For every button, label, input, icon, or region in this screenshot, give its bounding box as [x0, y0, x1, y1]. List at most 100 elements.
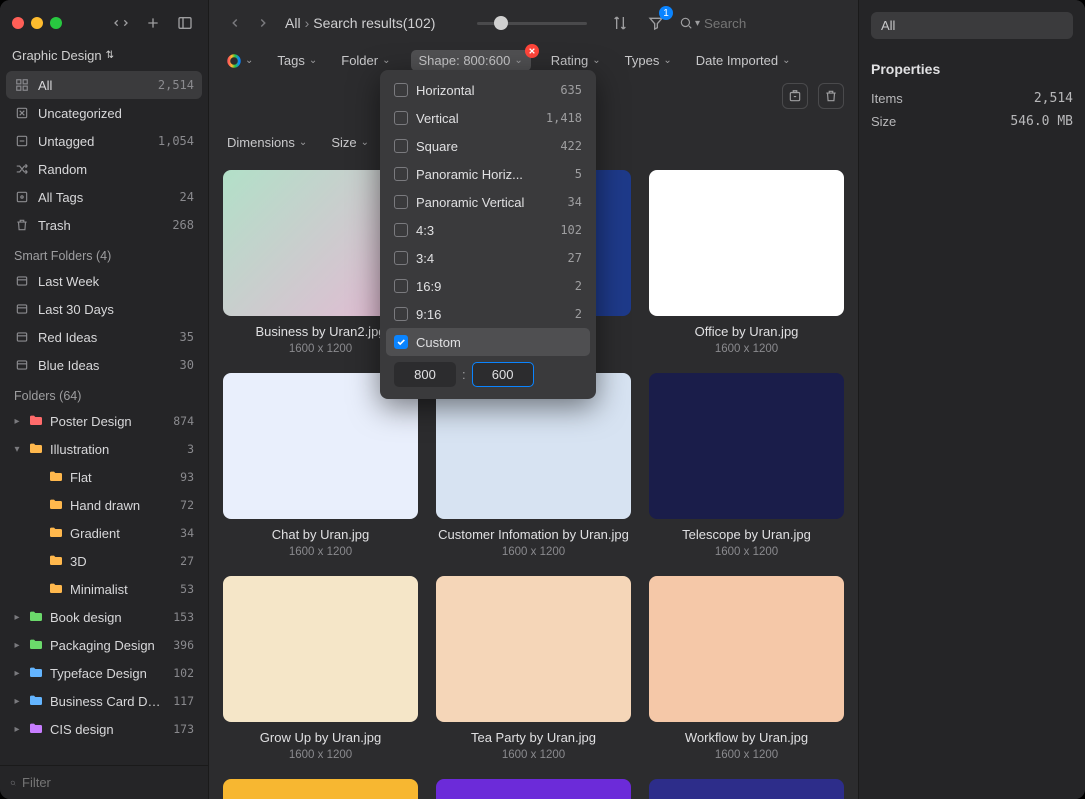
folder-hand-drawn[interactable]: Hand drawn72 — [6, 491, 202, 519]
clear-shape-filter-button[interactable] — [525, 44, 539, 58]
inspector-filter-pill[interactable]: All — [871, 12, 1073, 39]
thumbnail-card[interactable] — [436, 779, 631, 799]
folder-3d[interactable]: 3D27 — [6, 547, 202, 575]
folder-packaging-design[interactable]: ▸Packaging Design396 — [6, 631, 202, 659]
color-filter[interactable]: ⌄ — [223, 52, 257, 70]
sidebar-item-all[interactable]: All2,514 — [6, 71, 202, 99]
disclosure-triangle-icon[interactable]: ▾ — [12, 444, 22, 455]
folder-gradient[interactable]: Gradient34 — [6, 519, 202, 547]
nav-back-button[interactable] — [223, 11, 247, 35]
date-filter[interactable]: Date Imported⌄ — [692, 51, 795, 70]
shape-option-panoramic-horiz-[interactable]: Panoramic Horiz...5 — [386, 160, 590, 188]
add-button[interactable] — [142, 12, 164, 34]
checkbox-icon[interactable] — [394, 307, 408, 321]
sidebar-item-random[interactable]: Random — [6, 155, 202, 183]
checkbox-icon[interactable] — [394, 167, 408, 181]
thumbnail-card[interactable]: Tea Party by Uran.jpg1600 x 1200 — [436, 576, 631, 761]
folder-cis-design[interactable]: ▸CIS design173 — [6, 715, 202, 743]
checkbox-icon[interactable] — [394, 223, 408, 237]
disclosure-triangle-icon[interactable]: ▸ — [12, 612, 22, 623]
disclosure-triangle-icon[interactable]: ▸ — [12, 724, 22, 735]
folder-typeface-design[interactable]: ▸Typeface Design102 — [6, 659, 202, 687]
folder-book-design[interactable]: ▸Book design153 — [6, 603, 202, 631]
minimize-window-button[interactable] — [31, 17, 43, 29]
thumbnail-card[interactable]: Workflow by Uran.jpg1600 x 1200 — [649, 576, 844, 761]
breadcrumb[interactable]: All › Search results(102) — [285, 15, 435, 31]
sidebar-filter[interactable] — [0, 765, 208, 799]
thumbnail-image[interactable] — [649, 170, 844, 316]
shape-option-3-4[interactable]: 3:427 — [386, 244, 590, 272]
thumbnail-image[interactable] — [436, 779, 631, 799]
shape-option-9-16[interactable]: 9:162 — [386, 300, 590, 328]
checkbox-icon[interactable] — [394, 195, 408, 209]
folder-business-card-des-[interactable]: ▸Business Card Des...117 — [6, 687, 202, 715]
thumbnail-image[interactable] — [223, 576, 418, 722]
search-field[interactable]: ▾ — [679, 16, 844, 31]
size-filter[interactable]: Size⌄ — [327, 133, 373, 152]
thumbnail-card[interactable]: Chat by Uran.jpg1600 x 1200 — [223, 373, 418, 558]
chevron-down-icon[interactable]: ▾ — [695, 18, 700, 29]
rating-filter[interactable]: Rating⌄ — [547, 51, 605, 70]
checkbox-icon[interactable] — [394, 83, 408, 97]
shape-option-4-3[interactable]: 4:3102 — [386, 216, 590, 244]
thumbnail-card[interactable]: Office by Uran.jpg1600 x 1200 — [649, 170, 844, 355]
shape-filter[interactable]: Shape: 800:600⌄ — [411, 50, 531, 71]
folders-header[interactable]: Folders (64) — [6, 379, 202, 407]
thumbnail-image[interactable] — [649, 373, 844, 519]
sidebar-item-trash[interactable]: Trash268 — [6, 211, 202, 239]
sort-button[interactable] — [607, 10, 633, 36]
sidebar-item-untagged[interactable]: Untagged1,054 — [6, 127, 202, 155]
disclosure-triangle-icon[interactable]: ▸ — [12, 416, 22, 427]
smart-folder-red-ideas[interactable]: Red Ideas35 — [6, 323, 202, 351]
breadcrumb-root[interactable]: All — [285, 15, 301, 31]
disclosure-triangle-icon[interactable]: ▸ — [12, 668, 22, 679]
shape-option-panoramic-vertical[interactable]: Panoramic Vertical34 — [386, 188, 590, 216]
thumbnail-card[interactable]: Grow Up by Uran.jpg1600 x 1200 — [223, 576, 418, 761]
smart-folders-header[interactable]: Smart Folders (4) — [6, 239, 202, 267]
checkbox-icon[interactable] — [394, 139, 408, 153]
checkbox-icon[interactable] — [394, 251, 408, 265]
slider-knob[interactable] — [494, 16, 508, 30]
smart-folder-last-30-days[interactable]: Last 30 Days — [6, 295, 202, 323]
custom-width-input[interactable] — [394, 362, 456, 387]
checkbox-icon[interactable] — [394, 111, 408, 125]
sync-icon[interactable] — [110, 12, 132, 34]
shape-option-vertical[interactable]: Vertical1,418 — [386, 104, 590, 132]
folder-minimalist[interactable]: Minimalist53 — [6, 575, 202, 603]
folder-illustration[interactable]: ▾Illustration3 — [6, 435, 202, 463]
smart-folder-last-week[interactable]: Last Week — [6, 267, 202, 295]
types-filter[interactable]: Types⌄ — [621, 51, 676, 70]
filter-button[interactable]: 1 — [643, 10, 669, 36]
sidebar-item-uncategorized[interactable]: Uncategorized — [6, 99, 202, 127]
search-input[interactable] — [704, 16, 844, 31]
dimensions-filter[interactable]: Dimensions⌄ — [223, 133, 311, 152]
custom-height-input[interactable] — [472, 362, 534, 387]
thumbnail-image[interactable] — [649, 779, 844, 799]
disclosure-triangle-icon[interactable]: ▸ — [12, 640, 22, 651]
smart-folder-blue-ideas[interactable]: Blue Ideas30 — [6, 351, 202, 379]
shape-option-16-9[interactable]: 16:92 — [386, 272, 590, 300]
shape-custom-option[interactable]: Custom — [386, 328, 590, 356]
archive-button[interactable] — [782, 83, 808, 109]
delete-button[interactable] — [818, 83, 844, 109]
tags-filter[interactable]: Tags⌄ — [273, 51, 321, 70]
nav-forward-button[interactable] — [251, 11, 275, 35]
thumbnail-card[interactable] — [649, 779, 844, 799]
thumbnail-card[interactable]: Telescope by Uran.jpg1600 x 1200 — [649, 373, 844, 558]
thumbnail-size-slider[interactable] — [477, 22, 587, 25]
thumbnail-card[interactable] — [223, 779, 418, 799]
toggle-sidebar-button[interactable] — [174, 12, 196, 34]
shape-option-horizontal[interactable]: Horizontal635 — [386, 76, 590, 104]
folder-filter[interactable]: Folder⌄ — [337, 51, 394, 70]
folder-poster-design[interactable]: ▸Poster Design874 — [6, 407, 202, 435]
checkbox-icon[interactable] — [394, 335, 408, 349]
thumbnail-image[interactable] — [436, 576, 631, 722]
library-selector[interactable]: Graphic Design ⇅ — [0, 46, 208, 71]
thumbnail-image[interactable] — [223, 779, 418, 799]
sidebar-filter-input[interactable] — [22, 775, 198, 790]
thumbnail-card[interactable]: Customer Infomation by Uran.jpg1600 x 12… — [436, 373, 631, 558]
close-window-button[interactable] — [12, 17, 24, 29]
sidebar-item-all-tags[interactable]: All Tags24 — [6, 183, 202, 211]
shape-option-square[interactable]: Square422 — [386, 132, 590, 160]
folder-flat[interactable]: Flat93 — [6, 463, 202, 491]
